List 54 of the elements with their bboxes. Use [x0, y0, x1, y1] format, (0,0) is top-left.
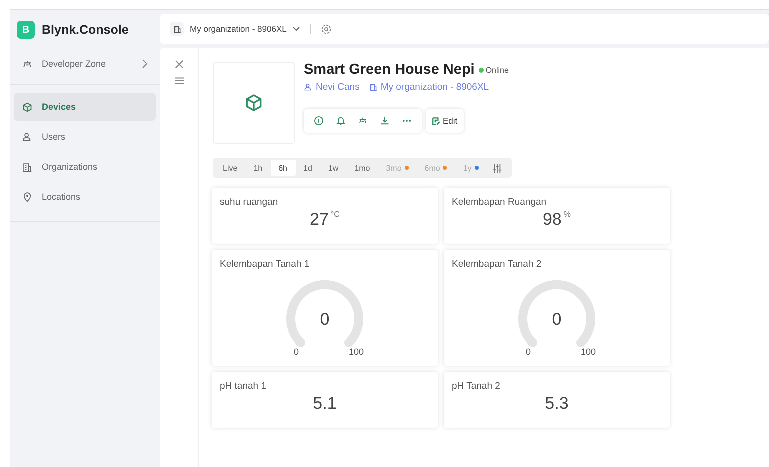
gauge-max: 100 [581, 347, 596, 357]
download-icon[interactable] [380, 116, 390, 126]
widget-title: Kelembapan Tanah 1 [220, 259, 311, 270]
unit-label: °C [330, 210, 340, 219]
building-icon [172, 24, 182, 34]
edit-icon [432, 116, 441, 126]
sidebar-item[interactable]: Locations [14, 183, 156, 211]
status-label: Online [478, 66, 509, 74]
organization-link[interactable]: My organization - 8906XL [368, 82, 490, 93]
time-range-tab[interactable]: 1d [296, 160, 320, 176]
widget-value: 27 [310, 210, 329, 229]
widget-title: pH tanah 1 [220, 381, 268, 392]
location-pin-icon [22, 192, 33, 202]
building-icon [368, 83, 378, 92]
edit-button[interactable]: Edit [426, 109, 464, 133]
logo-icon: B [17, 21, 35, 39]
info-icon[interactable] [314, 116, 324, 126]
gauge-min: 0 [294, 347, 300, 357]
widget-value: 98 [542, 210, 562, 229]
sidebar-item[interactable]: Devices [14, 93, 156, 121]
organization-selector[interactable]: My organization - 8906XL [190, 24, 287, 34]
filter-icon[interactable] [492, 164, 502, 172]
gauge-value: 0 [319, 310, 331, 330]
menu-icon[interactable] [174, 77, 184, 85]
time-range-tab[interactable]: 1w [320, 160, 347, 176]
widget-value: 5.1 [313, 394, 337, 413]
users-icon [22, 132, 33, 142]
sidebar-item[interactable]: Users [14, 123, 156, 151]
owner-link[interactable]: Nevi Cans [304, 82, 360, 93]
building-icon [22, 162, 33, 172]
widget-value: 5.3 [545, 394, 569, 413]
widget-title: pH Tanah 2 [452, 381, 502, 392]
cube-icon [22, 102, 33, 112]
settings-icon[interactable] [320, 24, 332, 34]
time-range-tab[interactable]: 1h [246, 160, 271, 176]
cube-icon [244, 93, 264, 113]
gauge-min: 0 [526, 347, 532, 357]
sidebar-item[interactable]: Developer Zone [14, 50, 156, 78]
brand-name: Blynk.Console [42, 23, 129, 37]
widget-title: Kelembapan Ruangan [452, 197, 548, 208]
time-range-tab[interactable]: 6h [270, 160, 296, 176]
unit-label: % [564, 210, 572, 219]
user-icon [304, 83, 313, 92]
sidebar-item[interactable]: Organizations [14, 153, 156, 181]
time-range-tab[interactable]: 1mo [346, 160, 378, 176]
close-icon[interactable] [174, 60, 184, 69]
bell-icon[interactable] [336, 116, 346, 126]
device-title: Smart Green House Nepi [304, 62, 475, 78]
gauge-max: 100 [349, 347, 364, 357]
caret-icon[interactable] [292, 26, 300, 32]
widget-title: suhu ruangan [220, 197, 280, 208]
gauge-value: 0 [551, 310, 563, 330]
widget-title: Kelembapan Tanah 2 [452, 259, 543, 270]
time-range-tab[interactable]: Live [215, 160, 246, 176]
